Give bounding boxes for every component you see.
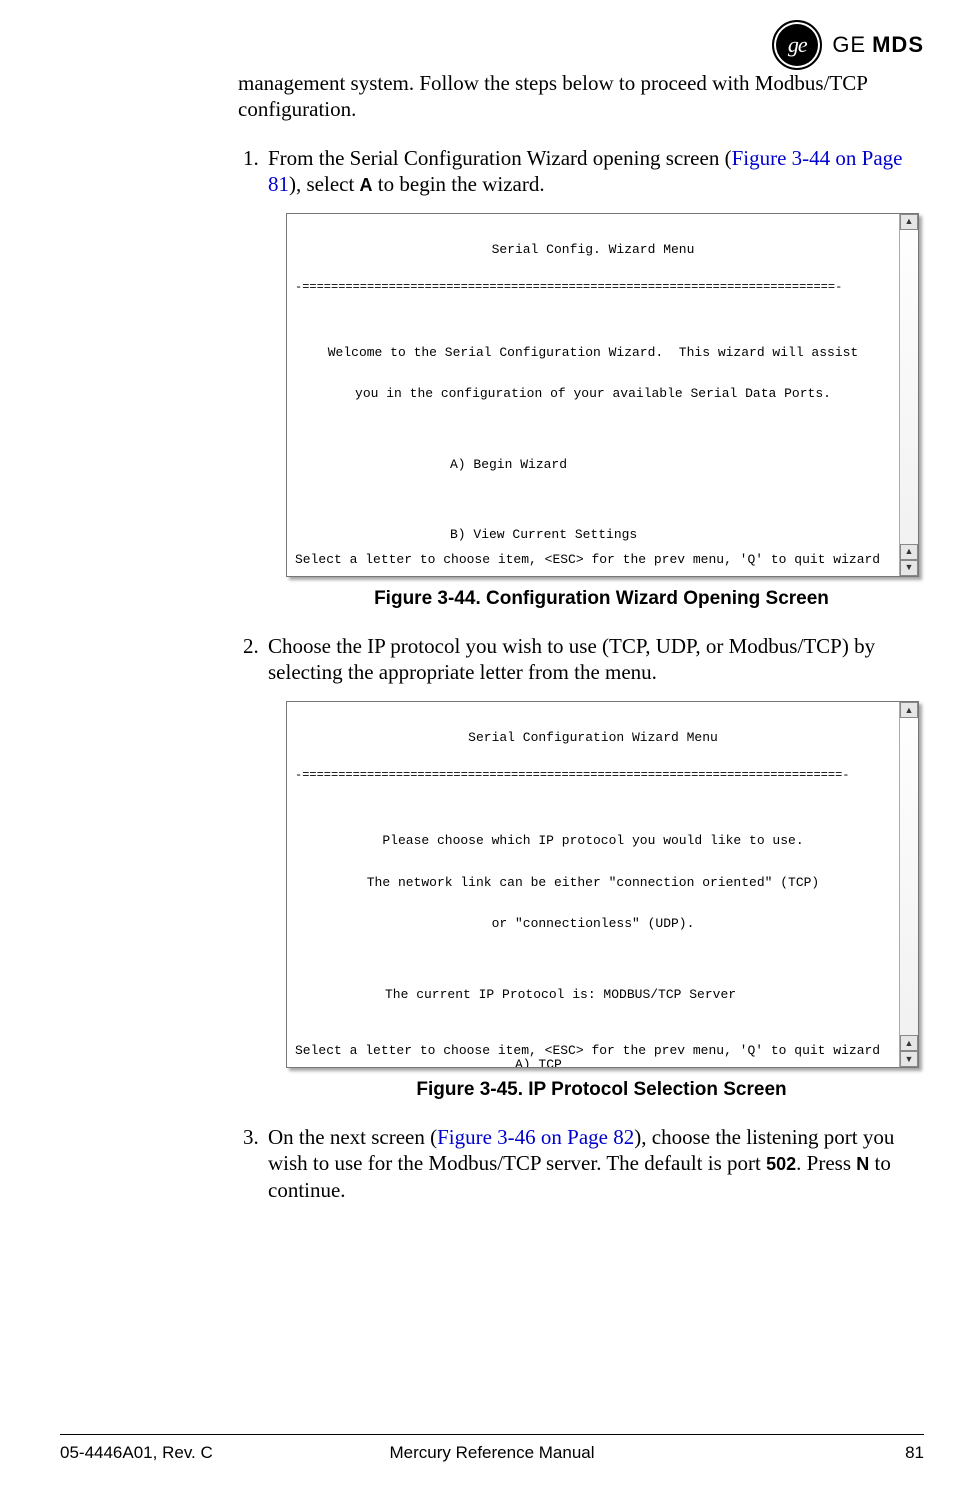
keycap-a: A	[360, 175, 373, 195]
terminal-1-msg1: Welcome to the Serial Configuration Wiza…	[295, 344, 891, 363]
intro-paragraph: management system. Follow the steps belo…	[238, 70, 908, 123]
step-1: From the Serial Configuration Wizard ope…	[264, 145, 908, 611]
terminal-1-footer: Select a letter to choose item, <ESC> fo…	[295, 551, 896, 570]
page: ge GEMDS management system. Follow the s…	[0, 0, 979, 1501]
terminal-2-current: The current IP Protocol is: MODBUS/TCP S…	[385, 986, 891, 1005]
terminal-2-title: Serial Configuration Wizard Menu	[295, 729, 891, 748]
terminal-1-msg2: you in the configuration of your availab…	[295, 385, 891, 404]
brand-text: GEMDS	[832, 32, 924, 58]
step-2-text: Choose the IP protocol you wish to use (…	[268, 634, 875, 684]
terminal-2-body: Serial Configuration Wizard Menu -======…	[287, 702, 899, 1067]
terminal-1-opt-b: B) View Current Settings	[450, 526, 891, 545]
step-1-text-post: to begin the wizard.	[373, 172, 545, 196]
ge-monogram-icon: ge	[772, 20, 822, 70]
terminal-screenshot-2: Serial Configuration Wizard Menu -======…	[286, 701, 919, 1068]
brand-logo: ge GEMDS	[772, 20, 924, 70]
step-1-text-pre: From the Serial Configuration Wizard ope…	[268, 146, 732, 170]
step-3: On the next screen (Figure 3-46 on Page …	[264, 1124, 908, 1203]
scroll-down-icon[interactable]: ▼	[900, 1051, 918, 1067]
figure-3-45-caption: Figure 3-45. IP Protocol Selection Scree…	[286, 1078, 917, 1102]
scroll-up2-icon[interactable]: ▲	[900, 1035, 918, 1051]
scroll-up2-icon[interactable]: ▲	[900, 544, 918, 560]
terminal-2-footer: Select a letter to choose item, <ESC> fo…	[295, 1042, 896, 1061]
page-footer: 05-4446A01, Rev. C Mercury Reference Man…	[60, 1434, 924, 1463]
footer-page-number: 81	[905, 1443, 924, 1463]
step-3-text-pre: On the next screen (	[268, 1125, 437, 1149]
body-content: management system. Follow the steps belo…	[238, 70, 908, 1217]
terminal-2-msg1: Please choose which IP protocol you woul…	[295, 832, 891, 851]
terminal-2-msg3: or "connectionless" (UDP).	[295, 915, 891, 934]
scroll-track[interactable]	[900, 230, 918, 544]
scroll-up-icon[interactable]: ▲	[900, 702, 918, 718]
keycap-502: 502	[766, 1154, 796, 1174]
keycap-n: N	[856, 1154, 869, 1174]
step-1-text-mid: ), select	[289, 172, 360, 196]
footer-doc-id: 05-4446A01, Rev. C	[60, 1443, 213, 1463]
terminal-1-title: Serial Config. Wizard Menu	[295, 241, 891, 260]
terminal-1-body: Serial Config. Wizard Menu -============…	[287, 214, 899, 576]
scroll-up-icon[interactable]: ▲	[900, 214, 918, 230]
terminal-1-opt-a: A) Begin Wizard	[450, 456, 891, 475]
scroll-track[interactable]	[900, 718, 918, 1035]
figure-3-44-caption: Figure 3-44. Configuration Wizard Openin…	[286, 587, 917, 611]
terminal-1-rule: -=======================================…	[295, 279, 891, 296]
scroll-down-icon[interactable]: ▼	[900, 560, 918, 576]
step-2: Choose the IP protocol you wish to use (…	[264, 633, 908, 1102]
brand-suffix: MDS	[872, 32, 924, 57]
xref-figure-3-46[interactable]: Figure 3-46 on Page 82	[437, 1125, 634, 1149]
terminal-screenshot-1: Serial Config. Wizard Menu -============…	[286, 213, 919, 577]
terminal-2-scrollbar[interactable]: ▲ ▲ ▼	[899, 702, 918, 1067]
step-3-text-mid2: . Press	[796, 1151, 856, 1175]
terminal-2-msg2: The network link can be either "connecti…	[295, 874, 891, 893]
terminal-2-rule: -=======================================…	[295, 767, 891, 784]
terminal-1-scrollbar[interactable]: ▲ ▲ ▼	[899, 214, 918, 576]
step-list: From the Serial Configuration Wizard ope…	[238, 145, 908, 1203]
brand-prefix: GE	[832, 32, 866, 57]
